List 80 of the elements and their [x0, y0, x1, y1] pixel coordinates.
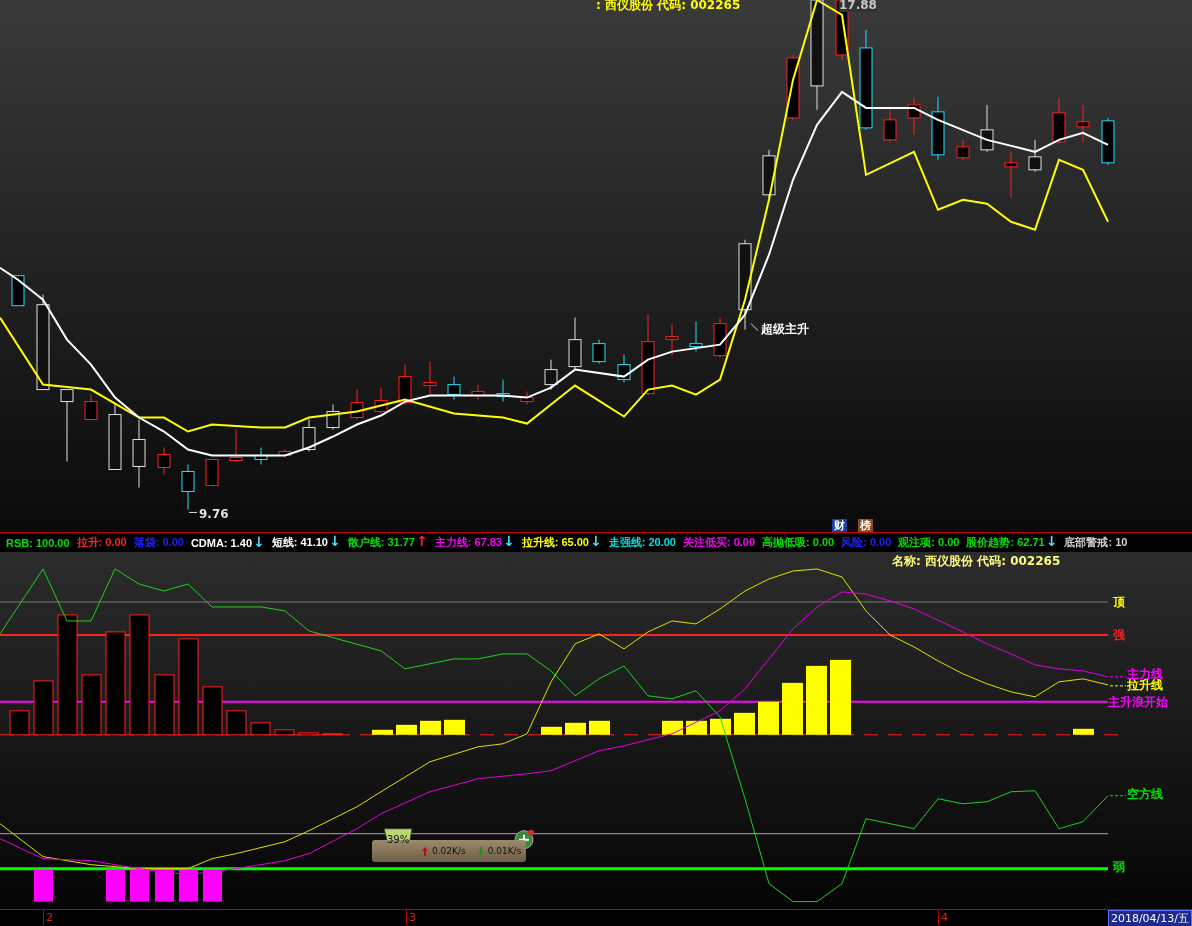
date-label: 2018/04/13/五: [1107, 910, 1192, 926]
low-price-label: 9.76: [199, 507, 229, 521]
candlestick: [398, 364, 412, 406]
line-label: 顶: [1113, 595, 1125, 610]
indicator-value: 拉升: 0.00: [76, 535, 127, 551]
leader-line: [188, 511, 198, 513]
candlestick: [665, 324, 679, 357]
candlestick: [956, 139, 970, 161]
candlestick: [254, 447, 268, 465]
indicator-value: 股价趋势: 62.71↓: [966, 535, 1058, 551]
candlestick: [132, 419, 146, 488]
high-price-label: 17.88: [839, 0, 877, 12]
percent-label: 39%: [387, 834, 410, 846]
candlestick: [907, 97, 921, 136]
candlestick: [544, 359, 558, 391]
candlestick: [302, 419, 316, 452]
candlestick: [1028, 139, 1042, 173]
candlestick: [157, 447, 171, 475]
candlestick: [980, 104, 994, 153]
candlestick: [1076, 104, 1090, 143]
chart-badge[interactable]: 财: [832, 519, 847, 533]
leader-line: [1109, 685, 1127, 687]
candlestick: [1004, 151, 1018, 199]
indicator-value: 主力线: 67.83↓: [434, 535, 515, 551]
indicator-value: CDMA: 1.40↓: [190, 536, 265, 550]
leader-line: [818, 0, 829, 7]
candlestick: [350, 389, 364, 421]
candlestick: [617, 354, 631, 384]
candlestick: [689, 321, 703, 353]
chart-annotation: 超级主升: [761, 322, 809, 336]
arrow-down-icon: [477, 846, 484, 856]
chart-title: 名称: 西仪股份 代码: 002265: [892, 554, 1061, 569]
candlestick: [108, 404, 122, 470]
candlestick: [229, 429, 243, 462]
candlestick: [883, 109, 897, 143]
axis-label: 3: [406, 910, 416, 925]
line-label: 拉升线: [1127, 678, 1163, 693]
candlestick: [326, 404, 340, 431]
candlestick: [471, 384, 485, 401]
download-rate: 0.01K/s: [487, 846, 522, 857]
indicator-value: 风险: 0.00: [841, 535, 892, 551]
axis-label: 2: [43, 910, 53, 925]
candlestick: [931, 96, 945, 161]
indicator-value: RSB: 100.00: [6, 536, 70, 549]
leader-line: [1109, 676, 1127, 678]
candlestick: [592, 339, 606, 365]
leader-line: [1109, 795, 1127, 797]
candlestick: [374, 387, 388, 415]
indicator-value: 拉升线: 65.00↓: [521, 535, 602, 551]
candlestick: [762, 149, 776, 199]
indicator-value: 散户线: 31.77↑: [347, 535, 428, 551]
line-label: 空方线: [1127, 787, 1163, 802]
candlestick: [520, 391, 534, 406]
indicator-value: 高抛低吸: 0.00: [762, 535, 835, 551]
candlestick: [278, 449, 292, 458]
candlestick: [181, 464, 195, 510]
upload-rate: 0.02K/s: [432, 846, 466, 857]
indicator-value: 底部警戒: 10: [1064, 535, 1128, 551]
indicator-value: 关注低买: 0.00: [682, 535, 756, 551]
candlestick: [205, 459, 219, 486]
candlestick: [713, 317, 727, 359]
candlestick: [496, 379, 510, 403]
candlestick: [447, 376, 461, 401]
candlestick: [1052, 97, 1066, 145]
leader-line: [750, 323, 759, 332]
candlestick: [11, 275, 25, 307]
arrow-up-icon: [422, 846, 428, 856]
candlestick: [1101, 117, 1115, 166]
indicator-value: 落袋: 0.00: [133, 535, 184, 551]
indicator-value: 短线: 41.10↓: [271, 535, 341, 551]
axis-label: 4: [938, 910, 948, 925]
candlestick: [423, 361, 437, 396]
line-label: 弱: [1113, 860, 1125, 875]
indicator-value: 走强线: 20.00: [608, 535, 676, 551]
candlestick: [84, 394, 98, 421]
chart-badge[interactable]: 榜: [858, 519, 873, 533]
indicator-value: 观注项: 0.00: [898, 535, 960, 551]
line-label: 主升浪开始: [1108, 695, 1168, 710]
candlestick: [568, 317, 582, 371]
line-label: 强: [1113, 628, 1125, 643]
